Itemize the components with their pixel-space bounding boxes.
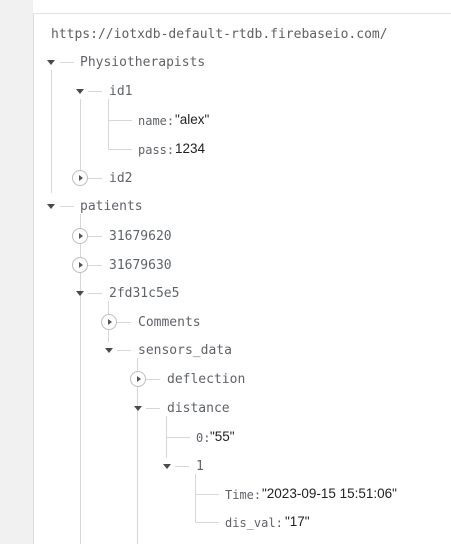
node-patient-31679620[interactable]: 31679620 [109, 229, 172, 245]
collapse-caret-icon[interactable] [76, 291, 84, 296]
node-id2[interactable]: id2 [109, 171, 132, 187]
collapse-caret-icon[interactable] [134, 406, 142, 411]
node-deflection[interactable]: deflection [167, 372, 245, 388]
field-0-value[interactable]: "55" [210, 429, 235, 445]
node-distance-1[interactable]: 1 [196, 459, 204, 475]
panel-top-strip [33, 0, 451, 14]
field-dis-val-value[interactable]: "17" [285, 514, 310, 530]
collapse-caret-icon[interactable] [76, 89, 84, 94]
expand-arrow-icon[interactable] [101, 314, 117, 330]
field-dis-val-key: dis_val: [225, 516, 283, 530]
expand-arrow-icon[interactable] [130, 371, 146, 387]
field-pass-key: pass: [138, 143, 175, 157]
expand-arrow-icon[interactable] [72, 257, 88, 273]
expand-arrow-icon[interactable] [72, 228, 88, 244]
expand-arrow-icon[interactable] [72, 170, 88, 186]
node-comments[interactable]: Comments [138, 315, 201, 331]
database-url[interactable]: https://iotxdb-default-rtdb.firebaseio.c… [51, 27, 388, 43]
field-pass-value[interactable]: 1234 [175, 141, 205, 157]
field-0-key: 0: [196, 431, 211, 445]
node-id1[interactable]: id1 [109, 84, 132, 100]
database-panel [33, 0, 451, 544]
collapse-caret-icon[interactable] [163, 464, 171, 469]
collapse-caret-icon[interactable] [47, 60, 55, 65]
node-patient-2fd31c5e5[interactable]: 2fd31c5e5 [109, 286, 179, 302]
node-distance[interactable]: distance [167, 401, 230, 417]
node-patient-31679630[interactable]: 31679630 [109, 258, 172, 274]
node-patients[interactable]: patients [80, 199, 143, 215]
node-sensors-data[interactable]: sensors_data [138, 343, 232, 359]
node-physiotherapists[interactable]: Physiotherapists [80, 55, 205, 71]
field-time-value[interactable]: "2023-09-15 15:51:06" [262, 486, 397, 502]
field-time-key: Time: [225, 488, 262, 502]
field-name-key: name: [138, 114, 175, 128]
collapse-caret-icon[interactable] [47, 204, 55, 209]
field-name-value[interactable]: "alex" [175, 112, 209, 128]
collapse-caret-icon[interactable] [105, 348, 113, 353]
